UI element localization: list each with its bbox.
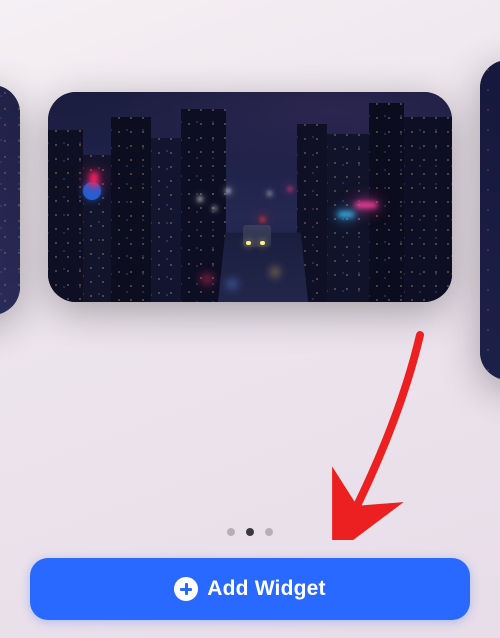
widget-carousel[interactable]: [0, 80, 500, 340]
add-widget-label: Add Widget: [207, 577, 325, 601]
page-indicator[interactable]: [227, 528, 273, 536]
widget-preview-medium-center[interactable]: [48, 92, 452, 302]
page-dot-3[interactable]: [265, 528, 273, 536]
page-dot-1[interactable]: [227, 528, 235, 536]
add-widget-button[interactable]: Add Widget: [30, 558, 470, 620]
plus-circle-icon: [174, 577, 198, 601]
page-dot-2[interactable]: [246, 528, 254, 536]
arrow-annotation-icon: [320, 330, 450, 540]
widget-preview-small-left[interactable]: [0, 85, 20, 315]
widget-preview-large-right[interactable]: [480, 60, 500, 380]
